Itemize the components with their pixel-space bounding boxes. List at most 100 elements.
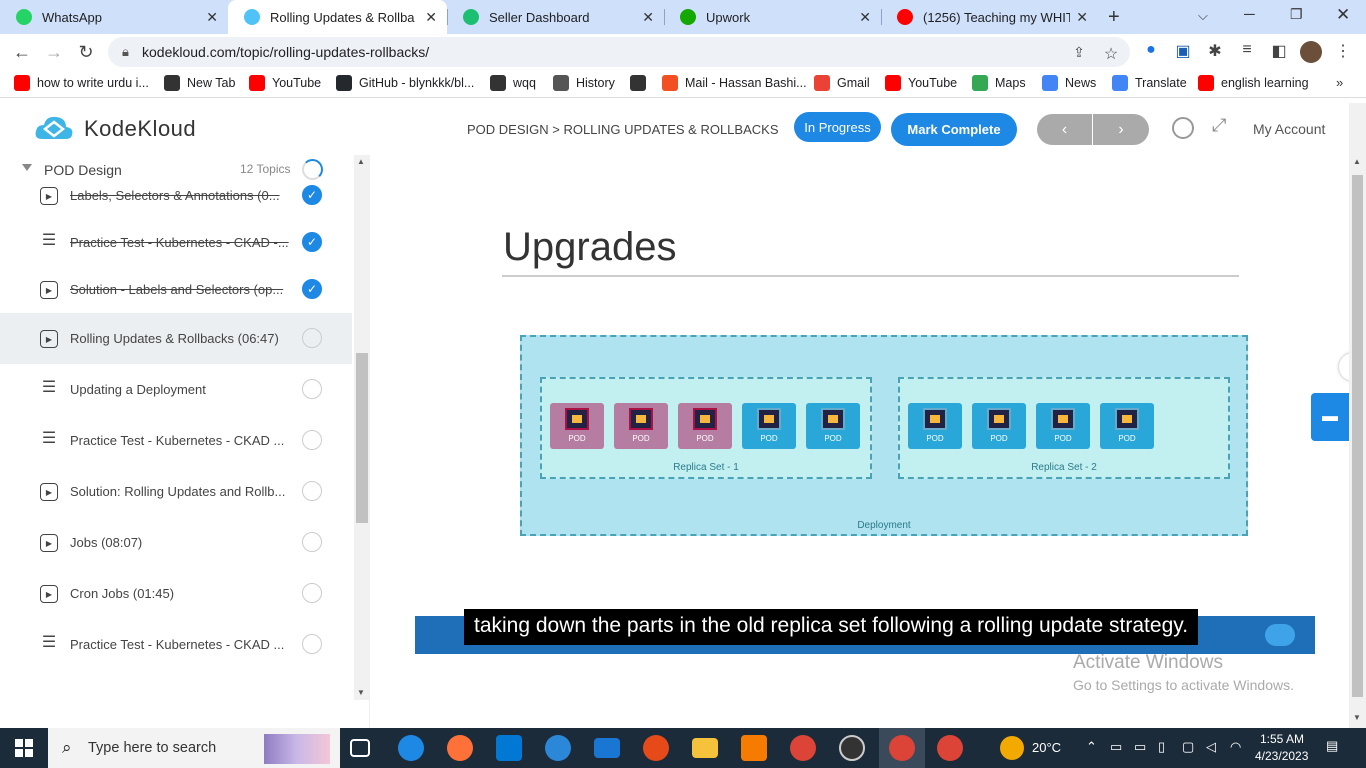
settings-app-icon[interactable] — [741, 735, 767, 761]
bookmark-item[interactable] — [630, 75, 653, 91]
bookmark-item[interactable]: wqq — [490, 75, 536, 91]
browser-tab[interactable]: Seller Dashboard ✕ — [447, 0, 664, 34]
weather-icon[interactable] — [1000, 736, 1024, 760]
bookmark-item[interactable]: Mail - Hassan Bashi... — [662, 75, 807, 91]
tray-battery-icon[interactable]: ▭ — [1134, 739, 1146, 755]
in-progress-button[interactable]: In Progress — [794, 112, 881, 142]
page-scroll-thumb[interactable] — [1352, 175, 1363, 697]
store-icon[interactable] — [496, 735, 522, 761]
scroll-down-arrow-icon[interactable]: ▼ — [357, 688, 365, 697]
lesson-item[interactable]: ☰ Practice Test - Kubernetes - CKAD -... ✓ — [0, 217, 352, 268]
media-control-icon[interactable]: ≡ — [1236, 41, 1258, 59]
app-icon[interactable] — [643, 735, 669, 761]
lesson-incomplete-circle-icon[interactable] — [302, 532, 322, 552]
windows-start-icon[interactable] — [15, 739, 33, 757]
side-panel-icon[interactable]: ◧ — [1268, 41, 1290, 61]
lesson-item[interactable]: ☰ Practice Test - Kubernetes - CKAD ... — [0, 415, 352, 466]
lesson-incomplete-circle-icon[interactable] — [302, 328, 322, 348]
sidebar-scroll-thumb[interactable] — [356, 353, 368, 523]
theme-toggle-icon[interactable] — [1172, 117, 1194, 139]
tab-search-icon[interactable]: ⌵ — [1198, 8, 1208, 24]
wifi-icon[interactable]: ◠ — [1230, 739, 1241, 755]
tray-display-icon[interactable]: ▢ — [1182, 739, 1194, 755]
bookmark-item[interactable]: New Tab — [164, 75, 235, 91]
url-text[interactable]: kodekloud.com/topic/rolling-updates-roll… — [142, 44, 429, 60]
bookmark-star-icon[interactable]: ☆ — [1100, 44, 1122, 64]
bookmark-item[interactable]: YouTube — [885, 75, 957, 91]
lesson-item[interactable]: ▶ Cron Jobs (01:45) — [0, 568, 352, 619]
profile-avatar[interactable] — [1300, 41, 1322, 63]
more-bookmarks-icon[interactable]: » — [1336, 75, 1343, 90]
fullscreen-expand-icon[interactable]: ⤢ — [1212, 115, 1226, 136]
my-account-link[interactable]: My Account — [1253, 121, 1325, 137]
lesson-item[interactable]: ▶ Labels, Selectors & Annotations (0... ✓ — [0, 170, 352, 221]
lesson-incomplete-circle-icon[interactable] — [302, 634, 322, 654]
browser-tab[interactable]: Rolling Updates & Rollba ✕ — [228, 0, 447, 34]
lesson-complete-check-icon[interactable]: ✓ — [302, 279, 322, 299]
bookmark-item[interactable]: History — [553, 75, 615, 91]
tray-device-icon[interactable]: ▯ — [1158, 739, 1165, 755]
scroll-up-arrow-icon[interactable]: ▲ — [357, 157, 365, 166]
mail-icon[interactable] — [594, 738, 620, 758]
sidebar-scrollbar[interactable]: ▲ ▼ — [354, 155, 370, 700]
notifications-icon[interactable]: ▤ — [1326, 738, 1338, 754]
lesson-incomplete-circle-icon[interactable] — [302, 481, 322, 501]
clock-date[interactable]: 4/23/2023 — [1255, 749, 1308, 763]
address-bar[interactable]: 🔒︎ kodekloud.com/topic/rolling-updates-r… — [108, 37, 1130, 67]
lesson-item[interactable]: ▶ Solution - Labels and Selectors (op... ✓ — [0, 264, 352, 315]
chrome-icon[interactable] — [790, 735, 816, 761]
lesson-incomplete-circle-icon[interactable] — [302, 379, 322, 399]
lesson-complete-check-icon[interactable]: ✓ — [302, 232, 322, 252]
new-tab-button[interactable]: + — [1108, 6, 1120, 29]
chrome-profile-icon[interactable] — [889, 735, 915, 761]
minimize-button[interactable]: ─ — [1244, 6, 1255, 23]
tab-close-icon[interactable]: ✕ — [206, 9, 218, 26]
browser-tab[interactable]: Upwork ✕ — [664, 0, 881, 34]
page-scroll-up-icon[interactable]: ▲ — [1353, 157, 1361, 166]
kodekloud-logo-icon[interactable] — [34, 113, 74, 145]
mark-complete-button[interactable]: Mark Complete — [891, 113, 1017, 146]
tray-chevron-icon[interactable]: ⌃ — [1086, 739, 1097, 755]
tab-close-icon[interactable]: ✕ — [642, 9, 654, 26]
skype-icon[interactable] — [545, 735, 571, 761]
lesson-item[interactable]: ▶ Rolling Updates & Rollbacks (06:47) — [0, 313, 352, 364]
forward-icon[interactable]: → — [42, 40, 66, 64]
lesson-item[interactable]: ☰ Updating a Deployment — [0, 364, 352, 415]
browser-menu-icon[interactable]: ⋮ — [1332, 41, 1354, 61]
browser-tab[interactable]: (1256) Teaching my WHITE fr ✕ — [881, 0, 1098, 34]
share-icon[interactable]: ⇪ — [1068, 44, 1090, 61]
logo-text[interactable]: KodeKloud — [84, 116, 196, 142]
bookmark-item[interactable]: News — [1042, 75, 1096, 91]
tab-close-icon[interactable]: ✕ — [425, 9, 437, 26]
bookmark-item[interactable]: Translate — [1112, 75, 1187, 91]
page-scroll-down-icon[interactable]: ▼ — [1353, 713, 1361, 722]
lesson-complete-check-icon[interactable]: ✓ — [302, 185, 322, 205]
lesson-item[interactable]: ▶ Jobs (08:07) — [0, 517, 352, 568]
browser-tab[interactable]: WhatsApp ✕ — [0, 0, 228, 34]
window-close-button[interactable]: ✕ — [1336, 5, 1350, 25]
clock-time[interactable]: 1:55 AM — [1260, 732, 1304, 746]
extensions-puzzle-icon[interactable]: ✱ — [1204, 41, 1226, 61]
bookmark-item[interactable]: english learning — [1198, 75, 1309, 91]
tab-close-icon[interactable]: ✕ — [859, 9, 871, 26]
tab-close-icon[interactable]: ✕ — [1076, 9, 1088, 26]
volume-icon[interactable]: ◁ — [1206, 739, 1216, 755]
chat-widget-icon[interactable]: ▬ — [1311, 393, 1349, 441]
tray-network-device-icon[interactable]: ▭ — [1110, 739, 1122, 755]
bookmark-item[interactable]: how to write urdu i... — [14, 75, 149, 91]
camera-app-icon[interactable] — [839, 735, 865, 761]
task-view-icon[interactable] — [350, 739, 370, 757]
next-lesson-button[interactable]: › — [1093, 114, 1149, 145]
bookmark-item[interactable]: Gmail — [814, 75, 870, 91]
reload-icon[interactable]: ↻ — [74, 40, 98, 64]
edge-icon[interactable] — [398, 735, 424, 761]
extension-download-icon[interactable]: ▣ — [1172, 41, 1194, 61]
taskbar-search-box[interactable]: ⌕ Type here to search — [48, 728, 340, 768]
player-logo-icon[interactable] — [1265, 624, 1295, 646]
bookmark-item[interactable]: YouTube — [249, 75, 321, 91]
lesson-incomplete-circle-icon[interactable] — [302, 430, 322, 450]
lesson-item[interactable]: ▶ Solution: Rolling Updates and Rollb... — [0, 466, 352, 517]
bookmark-item[interactable]: Maps — [972, 75, 1026, 91]
lesson-incomplete-circle-icon[interactable] — [302, 583, 322, 603]
taskbar-search-placeholder[interactable]: Type here to search — [88, 740, 216, 756]
